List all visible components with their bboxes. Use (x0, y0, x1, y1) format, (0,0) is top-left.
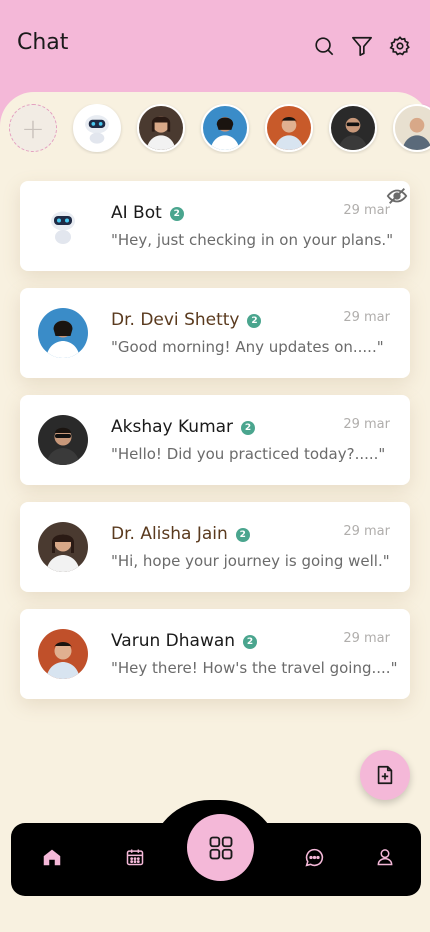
stories-row: + (9, 104, 430, 154)
avatar-image (203, 106, 247, 150)
chat-list: AI Bot 2 29 mar "Hey, just checking in on… (20, 181, 410, 716)
story-avatar[interactable] (265, 104, 313, 152)
story-avatar[interactable] (201, 104, 249, 152)
grid-icon (209, 836, 232, 859)
calendar-icon[interactable] (124, 846, 146, 868)
story-avatar[interactable] (329, 104, 377, 152)
add-story-button[interactable]: + (9, 104, 57, 152)
chat-preview: "Hello! Did you practiced today?....." (111, 445, 386, 463)
avatar-image (38, 308, 88, 358)
chat-card[interactable]: Dr. Devi Shetty 2 29 mar "Good morning! A… (20, 288, 410, 378)
chat-name: AI Bot 2 (111, 203, 184, 223)
avatar-image (38, 629, 88, 679)
chat-name-text: Dr. Devi Shetty (111, 310, 240, 330)
page-title: Chat (17, 30, 69, 55)
robot-icon (85, 115, 109, 144)
chat-name: Dr. Devi Shetty 2 (111, 310, 262, 330)
unread-badge: 2 (243, 635, 258, 649)
chat-name: Varun Dhawan 2 (111, 631, 258, 651)
unread-badge: 2 (169, 207, 184, 221)
avatar-image (267, 106, 311, 150)
chat-card[interactable]: Varun Dhawan 2 29 mar "Hey there! How's t… (20, 609, 410, 699)
filter-icon[interactable] (350, 34, 374, 58)
chat-name-text: Akshay Kumar (111, 417, 234, 437)
chat-preview: "Hey, just checking in on your plans." (111, 231, 394, 249)
avatar (38, 201, 88, 251)
chat-date: 29 mar (343, 310, 390, 325)
avatar-image (38, 415, 88, 465)
avatar-image (331, 106, 375, 150)
avatar-image (395, 106, 430, 150)
chat-card[interactable]: AI Bot 2 29 mar "Hey, just checking in on… (20, 181, 410, 271)
chat-date: 29 mar (343, 417, 390, 432)
avatar-image (38, 522, 88, 572)
story-avatar-bot[interactable] (73, 104, 121, 152)
story-avatar[interactable] (137, 104, 185, 152)
gear-icon[interactable] (388, 34, 412, 58)
chat-preview: "Hi, hope your journey is going well." (111, 552, 390, 570)
nav-center-button[interactable] (187, 814, 254, 881)
chat-name-text: Dr. Alisha Jain (111, 524, 228, 544)
chat-preview: "Good morning! Any updates on....." (111, 338, 384, 356)
plus-icon: + (21, 111, 45, 145)
chat-date: 29 mar (343, 203, 390, 218)
unread-badge: 2 (241, 421, 256, 435)
chat-bubble-icon[interactable] (303, 846, 325, 868)
chat-card[interactable]: Dr. Alisha Jain 2 29 mar "Hi, hope your j… (20, 502, 410, 592)
new-chat-button[interactable] (360, 750, 410, 800)
chat-name-text: Varun Dhawan (111, 631, 236, 651)
chat-card[interactable]: Akshay Kumar 2 29 mar "Hello! Did you pra… (20, 395, 410, 485)
new-note-icon (377, 765, 393, 785)
avatar (38, 522, 88, 572)
avatar (38, 629, 88, 679)
avatar-image (139, 106, 183, 150)
home-icon[interactable] (41, 846, 63, 868)
story-avatar[interactable] (393, 104, 430, 152)
chat-date: 29 mar (343, 524, 390, 539)
chat-name: Akshay Kumar 2 (111, 417, 256, 437)
chat-preview: "Hey there! How's the travel going...." (111, 659, 398, 677)
chat-date: 29 mar (343, 631, 390, 646)
robot-icon (38, 201, 88, 251)
chat-name: Dr. Alisha Jain 2 (111, 524, 250, 544)
search-icon[interactable] (312, 34, 336, 58)
unread-badge: 2 (235, 528, 250, 542)
chat-name-text: AI Bot (111, 203, 162, 223)
avatar (38, 308, 88, 358)
profile-icon[interactable] (374, 846, 396, 868)
eye-off-icon[interactable] (386, 185, 408, 211)
unread-badge: 2 (247, 314, 262, 328)
avatar (38, 415, 88, 465)
